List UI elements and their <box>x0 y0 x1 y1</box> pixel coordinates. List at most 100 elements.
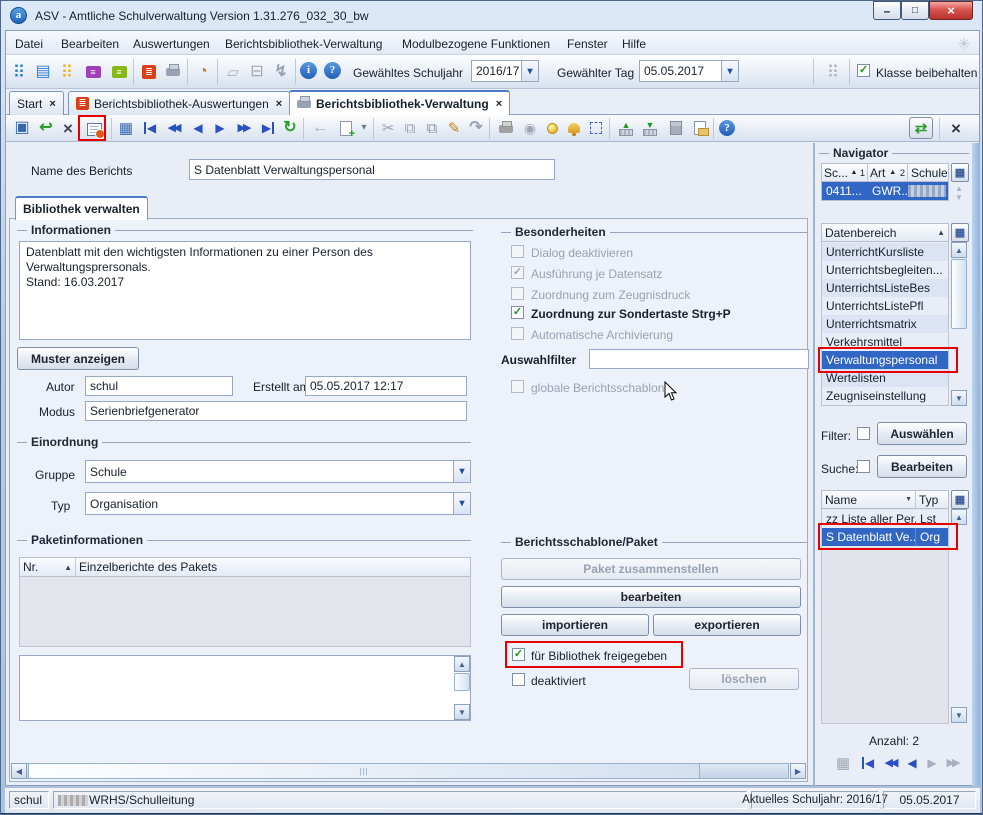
minimize-button[interactable]: – <box>873 1 901 20</box>
school-icon[interactable]: ▤ <box>31 61 55 83</box>
save-icon[interactable]: ▣ <box>11 118 33 138</box>
nav-rewind-icon[interactable]: ◀◀ <box>161 118 185 138</box>
list-item-unterrichtsbegleiten[interactable]: Unterrichtsbegleiten... <box>822 261 948 279</box>
tab-berichtsbibliothek-auswertungen[interactable]: ≣ Berichtsbibliothek-Auswertungen × <box>68 91 290 115</box>
school-row[interactable]: 0411... GWR... <box>821 182 949 201</box>
help-icon[interactable]: ? <box>324 62 341 79</box>
reports-scroll-down[interactable]: ▼ <box>951 707 967 723</box>
new-document-dropdown-icon[interactable]: ▾ <box>357 118 371 138</box>
report-row-zz-liste[interactable]: zz Liste aller Per... Lst <box>822 510 948 528</box>
paket-col-nr[interactable]: Nr.▲ <box>20 558 76 576</box>
purple-note-icon[interactable]: ≡ <box>81 61 105 83</box>
record-form-icon[interactable] <box>83 119 105 139</box>
menu-fenster[interactable]: Fenster <box>567 37 608 51</box>
menu-bearbeiten[interactable]: Bearbeiten <box>61 37 119 51</box>
school-col-art[interactable]: Art▲2 <box>868 164 908 181</box>
modus-input[interactable]: Serienbriefgenerator <box>85 401 467 421</box>
datenbereich-scroll-down[interactable]: ▼ <box>951 390 967 406</box>
scroll-left-button[interactable]: ◀ <box>11 763 27 779</box>
list-item-verwaltungspersonal[interactable]: Verwaltungspersonal <box>822 351 948 369</box>
menu-berichtsbibliothek-verwaltung[interactable]: Berichtsbibliothek-Verwaltung <box>225 37 382 51</box>
close-button[interactable]: × <box>929 1 973 20</box>
tab-start[interactable]: Start × <box>9 91 64 115</box>
record-back-icon[interactable]: ◀ <box>903 754 921 772</box>
statistics-icon[interactable]: ◔ <box>191 61 215 83</box>
table-view-icon[interactable]: ▦ <box>115 118 137 138</box>
record-first-icon[interactable]: ◀ <box>859 754 877 772</box>
filter-checkbox[interactable] <box>857 427 870 440</box>
chevron-down-icon[interactable]: ▾ <box>453 461 470 482</box>
navigator-divider[interactable] <box>813 143 815 786</box>
import-basket-icon[interactable]: ▼ <box>639 117 661 139</box>
info-icon[interactable]: i <box>300 62 317 79</box>
keep-class-checkbox[interactable]: ✓ <box>857 64 870 77</box>
close-icon[interactable]: × <box>496 98 502 110</box>
green-note-icon[interactable]: ≡ <box>107 61 131 83</box>
edit-icon[interactable]: ✎ <box>443 118 465 138</box>
suche-bearbeiten-button[interactable]: Bearbeiten <box>877 455 967 478</box>
bearbeiten-button[interactable]: bearbeiten <box>501 586 801 608</box>
chevron-down-icon[interactable]: ▾ <box>721 61 738 81</box>
list-item-unterrichtslistebes[interactable]: UnterrichtsListeBes <box>822 279 948 297</box>
close-icon[interactable]: × <box>49 98 55 110</box>
selection-icon[interactable] <box>585 118 607 138</box>
scrollbar-thumb[interactable] <box>454 673 470 691</box>
chevron-down-icon[interactable]: ▾ <box>521 61 538 81</box>
nav-forward-icon[interactable]: ▶ <box>209 118 231 138</box>
scroll-right-button[interactable]: ▶ <box>790 763 806 779</box>
typ-combobox[interactable]: Organisation ▾ <box>85 492 471 515</box>
school-scroll-up[interactable]: ▲ <box>951 184 967 193</box>
report-name-input[interactable]: S Datenblatt Verwaltungspersonal <box>189 159 555 180</box>
nav-last-icon[interactable]: ▶ <box>257 118 279 138</box>
school-grid-button[interactable]: ▦ <box>951 163 969 182</box>
notes-textarea[interactable] <box>19 655 471 721</box>
zuordnung-sondertaste-checkbox[interactable]: ✓ <box>511 306 524 319</box>
undo-icon[interactable]: ↩ <box>35 118 57 138</box>
discard-icon[interactable]: × <box>57 118 79 138</box>
report-print-icon[interactable] <box>161 61 185 83</box>
maximize-button[interactable]: □ <box>901 1 929 20</box>
datenbereich-col[interactable]: Datenbereich▲ <box>822 224 948 241</box>
fuer-bibliothek-freigegeben-checkbox[interactable]: ✓ <box>512 648 525 661</box>
day-combobox[interactable]: 05.05.2017 ▾ <box>639 60 739 82</box>
refresh-icon[interactable]: ↻ <box>279 118 301 138</box>
school-year-combobox[interactable]: 2016/17 ▾ <box>471 60 539 82</box>
close-icon[interactable]: × <box>276 98 282 110</box>
window-disable-icon[interactable]: ⊟ <box>245 61 269 83</box>
record-rewind-icon[interactable]: ◀◀ <box>879 754 901 772</box>
suche-checkbox[interactable] <box>857 460 870 473</box>
open-document-icon[interactable] <box>689 118 711 138</box>
auswahlfilter-input[interactable] <box>589 349 809 369</box>
importieren-button[interactable]: importieren <box>501 614 649 636</box>
menu-hilfe[interactable]: Hilfe <box>622 37 646 51</box>
students-icon[interactable]: ⠿ <box>7 61 31 83</box>
context-help-icon[interactable]: ? <box>719 120 735 136</box>
list-item-unterrichtsmatrix[interactable]: Unterrichtsmatrix <box>822 315 948 333</box>
deaktiviert-checkbox[interactable] <box>512 673 525 686</box>
reports-grid-button[interactable]: ▦ <box>951 490 969 509</box>
muster-anzeigen-button[interactable]: Muster anzeigen <box>17 347 139 370</box>
staff-icon[interactable]: ⠿ <box>55 61 79 83</box>
export-basket-icon[interactable]: ▲ <box>615 117 637 139</box>
nav-fast-forward-icon[interactable]: ▶▶ <box>231 118 255 138</box>
switch-view-button[interactable]: ⇄ <box>909 117 933 139</box>
new-document-icon[interactable] <box>335 118 357 138</box>
close-pane-icon[interactable]: × <box>945 118 967 138</box>
nav-back-icon[interactable]: ◀ <box>187 118 209 138</box>
menu-datei[interactable]: Datei <box>15 37 43 51</box>
gruppe-combobox[interactable]: Schule ▾ <box>85 460 471 483</box>
list-item-verkehrsmittel[interactable]: Verkehrsmittel <box>822 333 948 351</box>
datenbereich-scroll-thumb[interactable] <box>951 259 967 329</box>
list-item-zeugniseinstellung[interactable]: Zeugniseinstellung <box>822 387 948 405</box>
list-item-wertelisten[interactable]: Wertelisten <box>822 369 948 387</box>
datenbereich-scroll-up[interactable]: ▲ <box>951 242 967 258</box>
chevron-down-icon[interactable]: ▾ <box>453 493 470 514</box>
school-scroll-down[interactable]: ▼ <box>951 193 967 202</box>
datenbereich-grid-button[interactable]: ▦ <box>951 223 969 242</box>
autor-input[interactable]: schul <box>85 376 233 396</box>
menu-modulbezogene-funktionen[interactable]: Modulbezogene Funktionen <box>402 37 550 51</box>
scroll-down-button[interactable]: ▼ <box>454 704 470 720</box>
hscrollbar-thumb[interactable]: ||| <box>28 763 700 779</box>
informationen-textarea[interactable]: Datenblatt mit den wichtigsten Informati… <box>19 241 471 340</box>
datenbereich-header[interactable]: Datenbereich▲ <box>821 223 949 242</box>
